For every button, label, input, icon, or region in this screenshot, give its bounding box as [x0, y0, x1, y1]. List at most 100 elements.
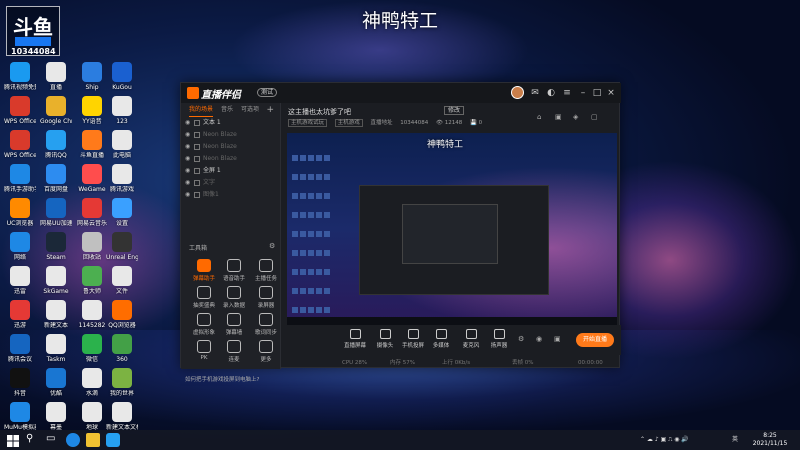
visibility-eye-icon[interactable]: ◉ — [185, 117, 190, 129]
tool-button[interactable]: 主播任务 — [251, 259, 281, 282]
desktop-icon[interactable]: WPS Office — [4, 96, 36, 125]
scene-lock-icon[interactable] — [194, 144, 200, 150]
desktop-icon[interactable]: 123 — [106, 96, 138, 125]
scene-item[interactable]: ◉ 文字 — [181, 177, 280, 189]
desktop-icon[interactable]: 地球 — [76, 402, 108, 431]
tools-settings-icon[interactable]: ⚙ — [269, 242, 275, 250]
source-button[interactable]: 摄像头 — [372, 329, 398, 349]
fullscreen-icon[interactable]: ▢ — [591, 113, 598, 121]
desktop-icon[interactable]: 新建文本 — [40, 300, 72, 329]
desktop-icon[interactable]: YY语音 — [76, 96, 108, 125]
desktop-icon[interactable]: 腾讯会议 — [4, 334, 36, 363]
desktop-icon[interactable]: Google Chrome — [40, 96, 72, 125]
tool-button[interactable]: 录屏器 — [251, 286, 281, 309]
room-category[interactable]: 主机游戏试玩 — [288, 119, 328, 127]
tool-button[interactable]: 虚拟形象 — [189, 313, 219, 336]
settings-gear-icon[interactable]: ⚙ — [518, 335, 524, 343]
share-icon[interactable]: ⌂ — [537, 113, 541, 121]
desktop-icon[interactable]: 抖音 — [4, 368, 36, 397]
desktop-icon[interactable]: 设置 — [106, 198, 138, 227]
tool-button[interactable]: 连麦 — [219, 340, 249, 363]
desktop-icon[interactable]: 幕墨 — [40, 402, 72, 431]
desktop-icon[interactable]: 新建文本文档 — [106, 402, 138, 431]
desktop-icon[interactable]: SkGame — [40, 266, 72, 295]
tool-button[interactable]: 录入数据 — [219, 286, 249, 309]
ime-indicator[interactable]: 英 — [732, 430, 738, 450]
desktop-icon[interactable]: 1145282 — [76, 300, 108, 329]
tool-button[interactable]: 更多 — [251, 340, 281, 363]
sidebar-tip-link[interactable]: 如何把手机游戏投屏到电脑上? — [185, 375, 259, 383]
stream-preview[interactable]: 神鸭特工 — [287, 133, 617, 325]
add-scene-icon[interactable]: + — [266, 105, 274, 115]
tool-button[interactable]: PK — [189, 340, 219, 361]
tool-button[interactable]: 抽奖盛典 — [189, 286, 219, 309]
desktop-icon[interactable]: 鲁大师 — [76, 266, 108, 295]
record-icon[interactable]: ▣ — [555, 113, 562, 121]
scene-lock-icon[interactable] — [194, 120, 200, 126]
desktop-icon[interactable]: 此电脑 — [106, 130, 138, 159]
desktop-icon[interactable]: UC浏览器 — [4, 198, 36, 227]
scene-item[interactable]: ◉ Neon Blaze — [181, 153, 280, 165]
message-icon[interactable]: ✉ — [529, 87, 541, 99]
tool-button[interactable]: 语音助手 — [219, 259, 249, 282]
desktop-icon[interactable]: 网易UU加速 — [40, 198, 72, 227]
tray-icons[interactable]: ⌃ ☁ ♪ ▣ ⎍ ◉ 🔊 — [640, 430, 689, 450]
visibility-eye-icon[interactable]: ◉ — [185, 177, 190, 189]
desktop-icon[interactable]: 网络 — [4, 232, 36, 261]
source-button[interactable]: 扬声器 — [486, 329, 512, 349]
scene-item[interactable]: ◉ 文本 1 — [181, 117, 280, 129]
close-icon[interactable]: × — [605, 87, 617, 99]
edge-icon[interactable] — [66, 433, 80, 447]
desktop-icon[interactable]: 腾讯视频免费看 — [4, 62, 36, 91]
desktop-icon[interactable]: WPS Office — [4, 130, 36, 159]
desktop-icon[interactable]: 腾讯游戏 — [106, 164, 138, 193]
desktop-icon[interactable]: 百度网盘 — [40, 164, 72, 193]
desktop-icon[interactable]: Ship — [76, 62, 108, 91]
desktop-icon[interactable]: 斗鱼直播 — [76, 130, 108, 159]
desktop-icon[interactable]: Taskm — [40, 334, 72, 363]
search-icon[interactable]: ⚲ — [26, 433, 40, 447]
tool-button[interactable]: 弹幕助手 — [189, 259, 219, 282]
desktop-icon[interactable]: 优酷 — [40, 368, 72, 397]
desktop-icon[interactable]: 水滴 — [76, 368, 108, 397]
gift-icon[interactable]: ◈ — [573, 113, 578, 121]
scene-item[interactable]: ◉ 全屏 1 — [181, 165, 280, 177]
desktop-icon[interactable]: QQ浏览器 — [106, 300, 138, 329]
scene-item[interactable]: ◉ 图像1 — [181, 189, 280, 201]
tab-options[interactable]: 可选项 — [241, 103, 259, 117]
scene-item[interactable]: ◉ Neon Blaze — [181, 141, 280, 153]
desktop-icon[interactable]: 网易云音乐 — [76, 198, 108, 227]
room-subcategory[interactable]: 主机游戏 — [334, 119, 363, 127]
desktop-icon[interactable]: MuMu模拟器 — [4, 402, 36, 431]
desktop-icon[interactable]: 直播 — [40, 62, 72, 91]
visibility-eye-icon[interactable]: ◉ — [185, 153, 190, 165]
source-button[interactable]: 多媒体 — [428, 329, 454, 349]
scene-lock-icon[interactable] — [194, 192, 200, 198]
desktop-icon[interactable]: Unreal Engine — [106, 232, 138, 261]
qq-icon[interactable] — [106, 433, 120, 447]
desktop-icon[interactable]: 我的世界 — [106, 368, 138, 397]
scene-item[interactable]: ◉ Neon Blaze — [181, 129, 280, 141]
user-avatar[interactable] — [511, 86, 524, 99]
camera-icon[interactable]: ▣ — [554, 335, 561, 343]
tool-button[interactable]: 歌词同步 — [251, 313, 281, 336]
visibility-eye-icon[interactable]: ◉ — [185, 165, 190, 177]
source-button[interactable]: 手机投屏 — [400, 329, 426, 349]
start-live-button[interactable]: 开始直播 — [576, 333, 614, 347]
taskbar-clock[interactable]: 8:25 2021/11/15 — [746, 432, 794, 448]
scene-lock-icon[interactable] — [194, 132, 200, 138]
scene-lock-icon[interactable] — [194, 156, 200, 162]
menu-icon[interactable]: ≡ — [561, 87, 573, 99]
file-explorer-icon[interactable] — [86, 433, 100, 447]
desktop-icon[interactable]: 微信 — [76, 334, 108, 363]
desktop-icon[interactable]: 迅游 — [4, 300, 36, 329]
desktop-icon[interactable]: 迅雷 — [4, 266, 36, 295]
desktop-icon[interactable]: 360 — [106, 334, 138, 363]
scene-lock-icon[interactable] — [194, 168, 200, 174]
preview-eye-icon[interactable]: ◉ — [536, 335, 542, 343]
skin-icon[interactable]: ◐ — [545, 87, 557, 99]
desktop-icon[interactable]: 腾讯QQ — [40, 130, 72, 159]
desktop-icon[interactable]: KuGou — [106, 62, 138, 91]
edit-room-button[interactable]: 修改 — [444, 106, 465, 115]
desktop-icon[interactable]: 文件 — [106, 266, 138, 295]
